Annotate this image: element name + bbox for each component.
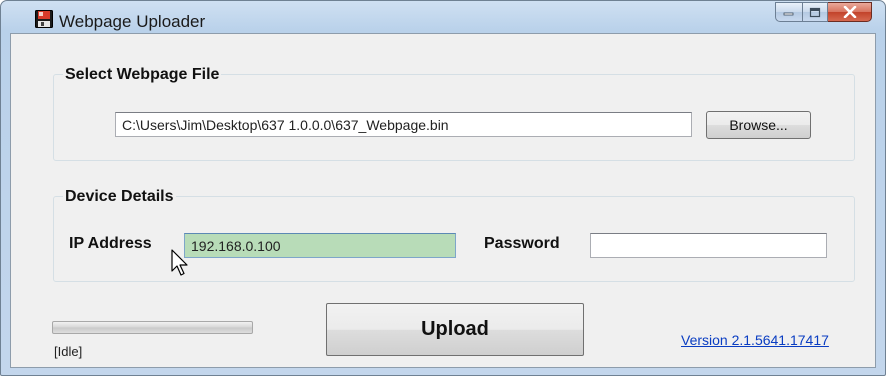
- ip-address-input[interactable]: 192.168.0.100: [184, 233, 456, 258]
- password-label: Password: [484, 235, 560, 252]
- upload-button[interactable]: Upload: [326, 303, 584, 356]
- close-button[interactable]: [828, 2, 872, 22]
- password-input[interactable]: [590, 233, 827, 258]
- mouse-pointer-icon: [171, 249, 188, 276]
- version-link[interactable]: Version 2.1.5641.17417: [681, 332, 829, 348]
- upload-progress-bar: [52, 321, 253, 334]
- minimize-button[interactable]: [775, 2, 802, 22]
- browse-button[interactable]: Browse...: [706, 111, 811, 139]
- file-path-input[interactable]: C:\Users\Jim\Desktop\637 1.0.0.0\637_Web…: [115, 112, 692, 137]
- device-group-title: Device Details: [63, 188, 176, 206]
- close-icon: [843, 6, 856, 18]
- app-floppy-icon: [35, 10, 53, 28]
- maximize-button[interactable]: [802, 2, 828, 22]
- window-title: Webpage Uploader: [59, 12, 206, 31]
- file-group-title: Select Webpage File: [63, 66, 222, 84]
- client-area: Select Webpage File C:\Users\Jim\Desktop…: [10, 33, 876, 368]
- ip-address-label: IP Address: [69, 235, 152, 252]
- caption-buttons: [775, 2, 872, 22]
- minimize-icon: [783, 12, 794, 16]
- title-bar[interactable]: Webpage Uploader: [1, 1, 885, 33]
- status-text: [Idle]: [54, 344, 83, 359]
- app-window: Webpage Uploader Select Webpage File C:\…: [0, 0, 886, 376]
- maximize-icon: [809, 7, 821, 17]
